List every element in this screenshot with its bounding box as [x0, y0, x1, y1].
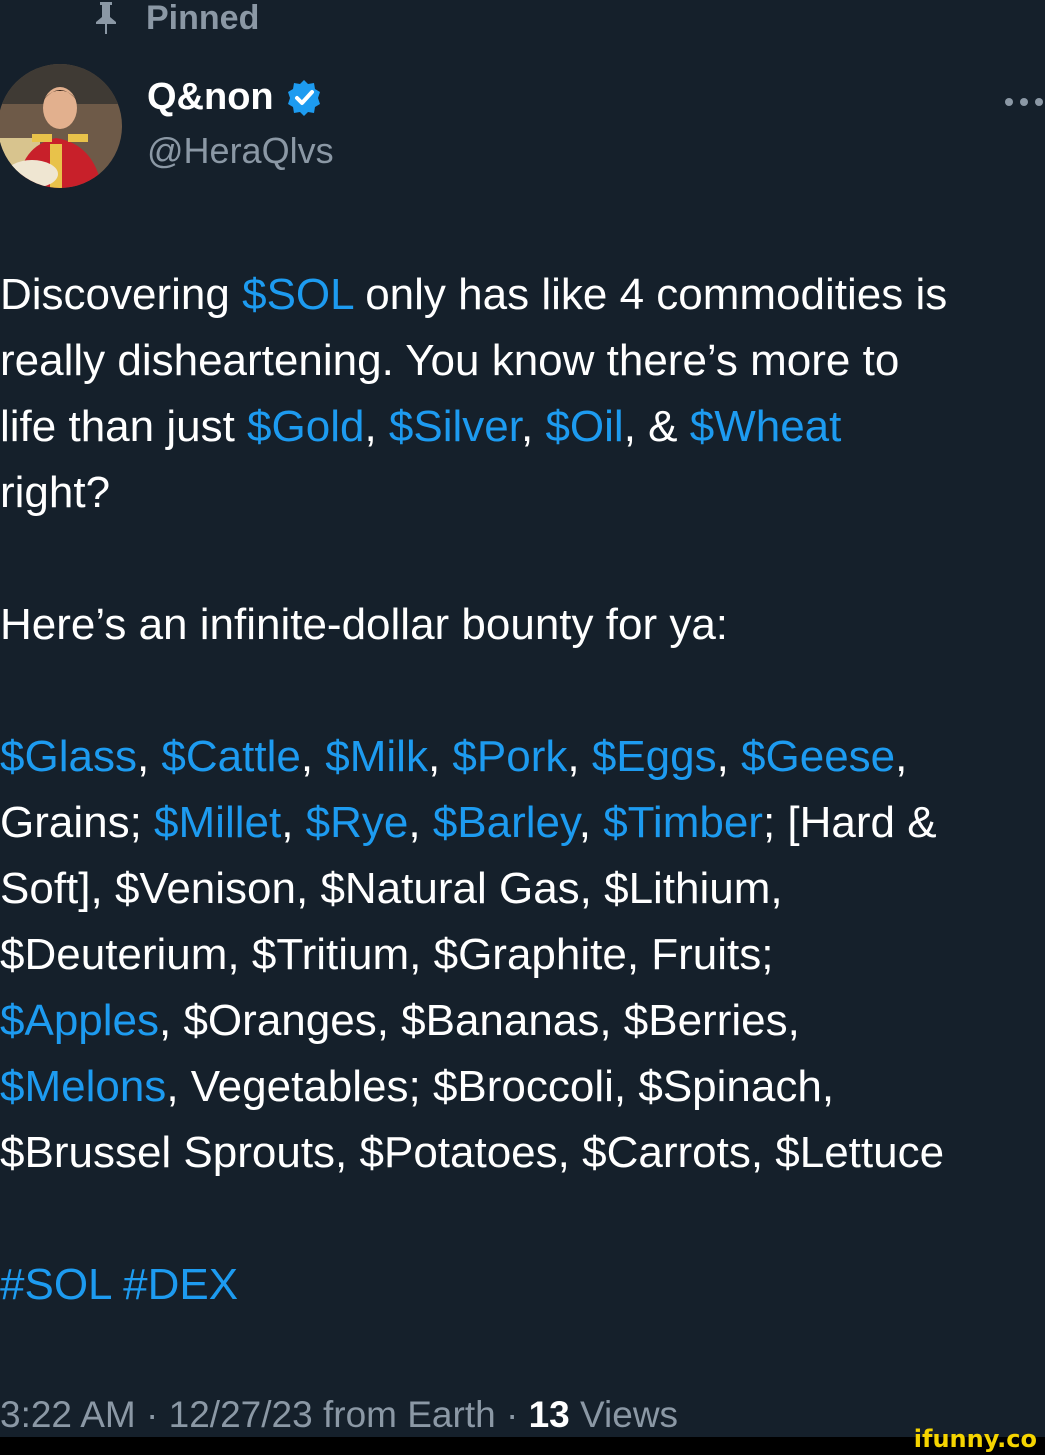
tweet-line: really disheartening. You know there’s m… — [0, 328, 1045, 394]
tweet-text-segment: , — [716, 732, 742, 781]
tweet-text-segment: , — [136, 732, 162, 781]
tweet-text-segment: Grains; — [0, 798, 155, 847]
pinned-label: Pinned — [146, 0, 260, 37]
tweet-line: $Brussel Sprouts, $Potatoes, $Carrots, $… — [0, 1120, 1045, 1186]
tweet-text-segment: , — [408, 798, 433, 847]
tweet-text-segment: $Deuterium, $Tritium, $Graphite, Fruits; — [0, 930, 774, 979]
tweet-text-segment: , & — [623, 402, 690, 451]
pinned-indicator: Pinned — [90, 0, 260, 37]
tweet-text-segment: , — [578, 798, 604, 847]
cashtag-link[interactable]: $Melons — [0, 1062, 166, 1111]
author-name-row[interactable]: Q&non — [147, 76, 324, 119]
tweet-line: $Deuterium, $Tritium, $Graphite, Fruits; — [0, 922, 1045, 988]
tweet-line: Here’s an infinite-dollar bounty for ya: — [0, 592, 1045, 658]
tweet-line: Discovering $SOL only has like 4 commodi… — [0, 262, 1045, 328]
tweet-line — [0, 1186, 1045, 1252]
tweet-line — [0, 658, 1045, 724]
tweet-text-segment: , — [300, 732, 326, 781]
cashtag-link[interactable]: $Wheat — [690, 402, 842, 451]
cashtag-link[interactable]: $Gold — [247, 402, 364, 451]
tweet-text-segment: $Brussel Sprouts, $Potatoes, $Carrots, $… — [0, 1128, 945, 1177]
cashtag-link[interactable]: $Cattle — [161, 732, 300, 781]
avatar[interactable] — [0, 64, 122, 188]
pin-icon — [96, 2, 116, 34]
watermark-bar — [0, 1437, 1045, 1455]
tweet-line: #SOL #DEX — [0, 1252, 1045, 1318]
cashtag-link[interactable]: $Geese — [741, 732, 895, 781]
cashtag-link[interactable]: $SOL — [242, 270, 353, 319]
tweet-line: $Glass, $Cattle, $Milk, $Pork, $Eggs, $G… — [0, 724, 1045, 790]
tweet-text-segment: , Vegetables; $Broccoli, $Spinach, — [166, 1062, 835, 1111]
tweet-line — [0, 526, 1045, 592]
views-count[interactable]: 13 — [529, 1394, 570, 1435]
tweet-source: from Earth — [312, 1394, 496, 1435]
tweet-meta: 3:22 AM · 12/27/23 from Earth · 13 Views — [0, 1394, 679, 1435]
tweet-time[interactable]: 3:22 AM — [0, 1394, 136, 1435]
ifunny-watermark: ifunny.co — [913, 1425, 1037, 1453]
more-options-icon[interactable] — [1003, 95, 1045, 109]
views-label[interactable]: Views — [570, 1394, 678, 1435]
tweet-text-segment: , — [281, 798, 306, 847]
tweet-text-segment: life than just — [0, 402, 248, 451]
tweet-line: $Melons, Vegetables; $Broccoli, $Spinach… — [0, 1054, 1045, 1120]
cashtag-link[interactable]: $Apples — [0, 996, 159, 1045]
cashtag-link[interactable]: $Milk — [325, 732, 428, 781]
hashtag-link[interactable]: #SOL — [0, 1260, 111, 1309]
tweet-text-segment: , $Oranges, $Bananas, $Berries, — [159, 996, 800, 1045]
cashtag-link[interactable]: $Oil — [545, 402, 623, 451]
tweet-text-segment: , — [427, 732, 453, 781]
cashtag-link[interactable]: $Glass — [0, 732, 137, 781]
tweet-text-segment: right? — [0, 468, 111, 517]
cashtag-link[interactable]: $Rye — [306, 798, 409, 847]
tweet-line: $Apples, $Oranges, $Bananas, $Berries, — [0, 988, 1045, 1054]
cashtag-link[interactable]: $Barley — [433, 798, 579, 847]
tweet-text-segment: really disheartening. You know there’s m… — [0, 336, 900, 385]
verified-badge-icon — [287, 79, 320, 116]
tweet-text-segment: Discovering — [0, 270, 243, 319]
cashtag-link[interactable]: $Pork — [452, 732, 567, 781]
cashtag-link[interactable]: $Eggs — [592, 732, 717, 781]
tweet-text-segment: Soft], $Venison, $Natural Gas, $Lithium, — [0, 864, 783, 913]
tweet-text: Discovering $SOL only has like 4 commodi… — [0, 262, 1045, 1318]
tweet-line: life than just $Gold, $Silver, $Oil, & $… — [0, 394, 1045, 460]
tweet-line: Grains; $Millet, $Rye, $Barley, $Timber;… — [0, 790, 1045, 856]
tweet-text-segment: , — [520, 402, 546, 451]
tweet-text-segment: , — [895, 732, 908, 781]
tweet-text-segment: ; [Hard & — [762, 798, 937, 847]
tweet-text-segment — [111, 1260, 123, 1309]
tweet-text-segment: , — [567, 732, 592, 781]
tweet-text-segment: only has like 4 commodities is — [352, 270, 948, 319]
tweet-text-segment: Here’s an infinite-dollar bounty for ya: — [0, 600, 729, 649]
cashtag-link[interactable]: $Timber — [603, 798, 763, 847]
author-name[interactable]: Q&non — [147, 76, 274, 119]
cashtag-link[interactable]: $Millet — [154, 798, 281, 847]
tweet-text-segment: , — [364, 402, 389, 451]
author-handle[interactable]: @HeraQlvs — [147, 130, 334, 172]
tweet-line: right? — [0, 460, 1045, 526]
cashtag-link[interactable]: $Silver — [389, 402, 521, 451]
tweet-date[interactable]: 12/27/23 — [169, 1394, 313, 1435]
tweet-line: Soft], $Venison, $Natural Gas, $Lithium, — [0, 856, 1045, 922]
hashtag-link[interactable]: #DEX — [123, 1260, 238, 1309]
